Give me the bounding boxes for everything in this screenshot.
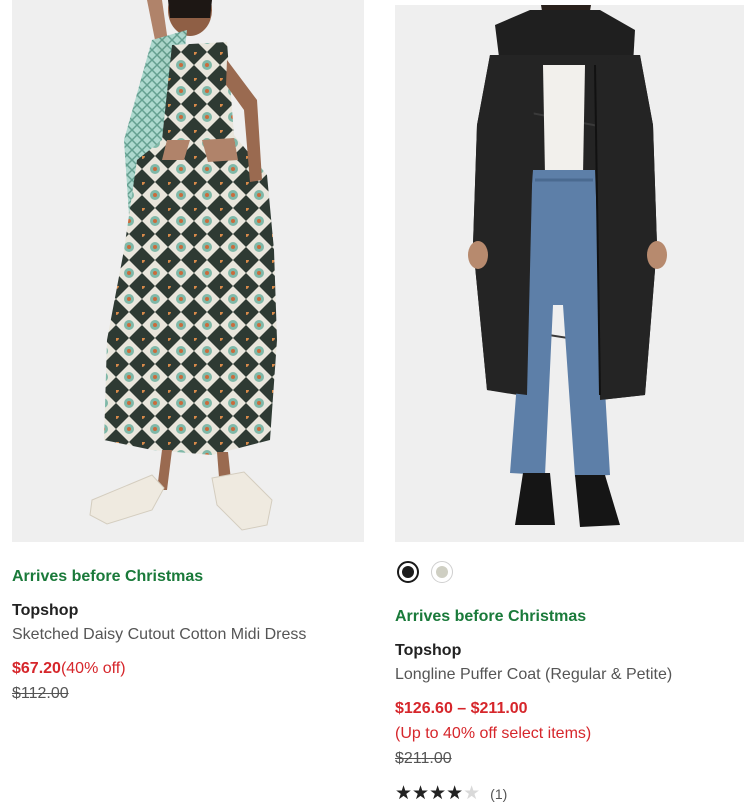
swatch-black[interactable] [397,561,419,583]
arrival-badge: Arrives before Christmas [12,568,204,585]
star-rating[interactable]: ★★★★★ ★★★★★ (1) [395,784,744,804]
original-price: $211.00 [395,750,452,767]
product-name-link[interactable]: Sketched Daisy Cutout Cotton Midi Dress [12,625,364,645]
price-row: $126.60 – $211.00 [395,698,744,720]
review-count: (1) [490,786,508,802]
dress-photo [89,0,277,531]
swatch-dot [436,566,448,578]
stars-filled: ★★★★★ [395,784,464,804]
brand-name: Topshop [12,602,79,619]
product-card[interactable]: Arrives before Christmas Topshop Sketche… [12,0,364,705]
price-row: $67.20(40% off) [12,658,364,680]
product-image-coat[interactable] [395,5,744,542]
sale-price: $67.20 [12,660,61,677]
coat-photo [468,5,667,527]
stars-icon: ★★★★★ ★★★★★ [395,784,480,804]
product-name-link[interactable]: Longline Puffer Coat (Regular & Petite) [395,665,744,685]
discount-label: (40% off) [60,660,126,677]
discount-label: (Up to 40% off select items) [395,725,592,742]
brand-name: Topshop [395,642,462,659]
product-image-dress[interactable] [12,0,364,542]
swatch-ivory[interactable] [431,561,453,583]
swatch-dot [402,566,414,578]
sale-price: $126.60 – $211.00 [395,700,528,717]
product-card[interactable]: Arrives before Christmas Topshop Longlin… [395,0,744,804]
arrival-badge: Arrives before Christmas [395,608,587,625]
original-price: $112.00 [12,685,69,702]
color-swatches [397,561,744,587]
